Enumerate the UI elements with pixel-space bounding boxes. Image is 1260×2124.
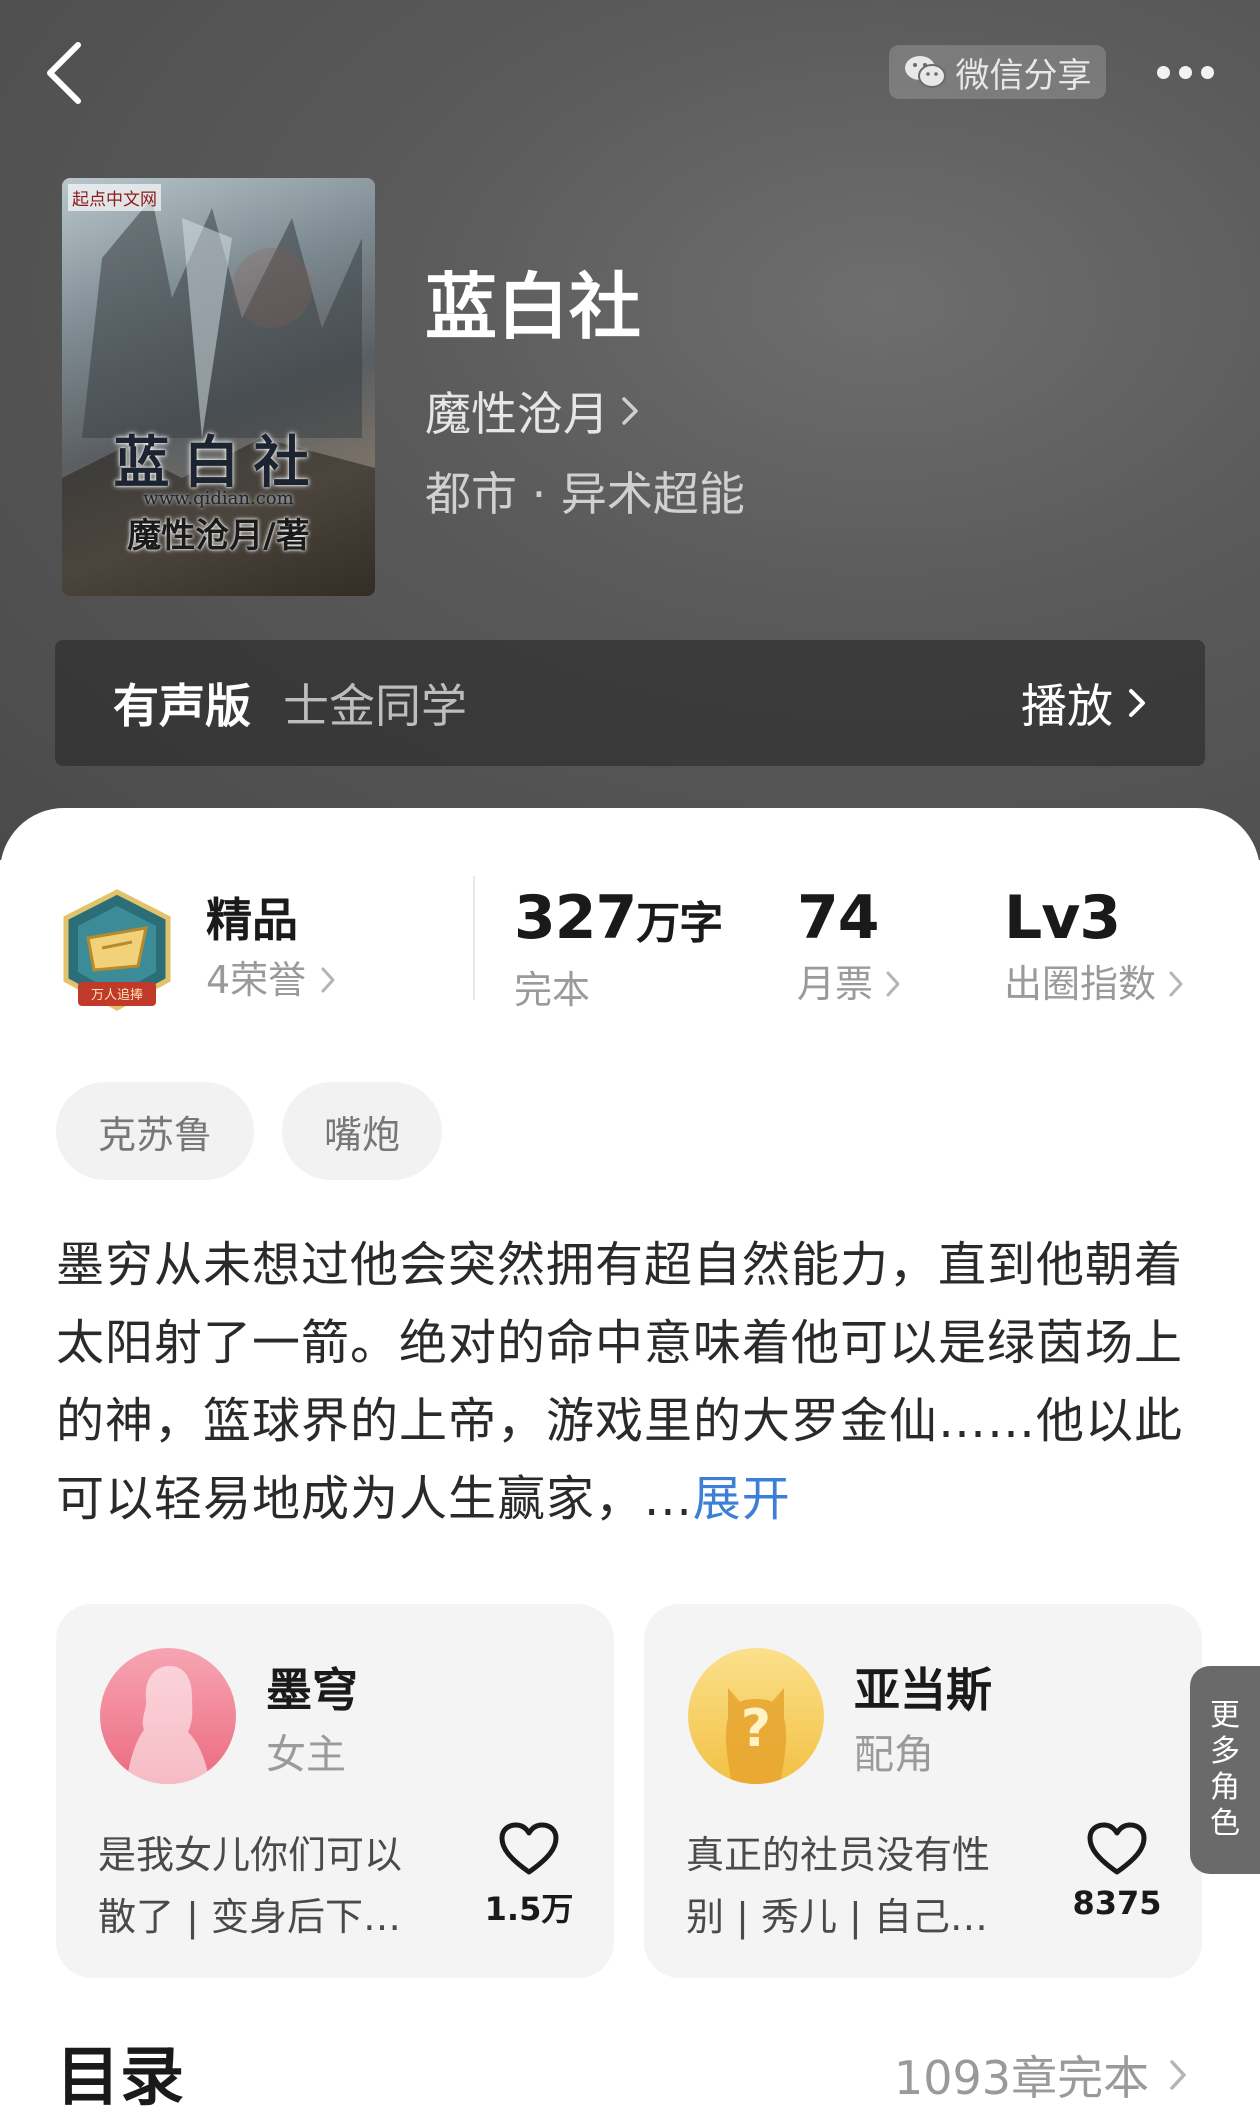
expand-link[interactable]: 展开 <box>693 1471 791 1527</box>
synopsis-text: 墨穷从未想过他会突然拥有超自然能力，直到他朝着太阳射了一箭。绝对的命中意味着他可… <box>56 1237 1184 1527</box>
role-type: 女主 <box>266 1732 346 1778</box>
cover-title: 蓝白社 <box>113 430 324 496</box>
more-dot-icon <box>1200 65 1214 79</box>
role-card[interactable]: 墨穹 女主 是我女儿你们可以散了 | 变身后下… 1.5万 <box>56 1604 614 1978</box>
female-silhouette-icon <box>100 1648 236 1784</box>
honor-link[interactable]: 4荣誉 <box>206 949 336 1011</box>
heart-icon <box>499 1822 559 1875</box>
play-label: 播放 <box>1021 679 1113 733</box>
cover-author: 魔性沧月/著 <box>127 516 310 556</box>
back-button[interactable] <box>34 40 94 106</box>
role-type: 配角 <box>854 1732 934 1778</box>
role-description: 是我女儿你们可以散了 | 变身后下… <box>98 1833 403 1939</box>
role-like-button[interactable]: 8375 <box>1062 1822 1172 1922</box>
synopsis[interactable]: 墨穷从未想过他会突然拥有超自然能力，直到他朝着太阳射了一箭。绝对的命中意味着他可… <box>56 1226 1186 1538</box>
stats-divider <box>473 876 475 1000</box>
book-header: 微信分享 起点中文网 蓝白社 www.qidian.com 魔性沧月/著 蓝白社… <box>0 0 1260 860</box>
more-roles-char: 更 <box>1210 1698 1240 1733</box>
role-list: 墨穹 女主 是我女儿你们可以散了 | 变身后下… 1.5万 ? 亚当斯 配角 真… <box>56 1604 1202 1978</box>
honor-title: 精品 <box>206 893 298 947</box>
audiobook-label: 有声版 <box>113 679 251 733</box>
tag-chip[interactable]: 克苏鲁 <box>56 1082 255 1180</box>
monthly-votes-value: 74 <box>797 883 880 953</box>
tag-chip[interactable]: 嘴炮 <box>282 1082 443 1180</box>
honor-count: 4荣誉 <box>206 958 307 1002</box>
book-title: 蓝白社 <box>425 264 642 349</box>
popularity-index-label: 出圈指数 <box>1004 962 1157 1006</box>
role-description: 真正的社员没有性别 | 秀儿 | 自己… <box>686 1833 991 1939</box>
cover-url: www.qidian.com <box>143 488 294 509</box>
more-roles-char: 多 <box>1210 1734 1240 1769</box>
role-card[interactable]: ? 亚当斯 配角 真正的社员没有性别 | 秀儿 | 自己… 8375 <box>644 1604 1202 1978</box>
author-name: 魔性沧月 <box>425 387 609 441</box>
audiobook-play-button[interactable]: 播放 <box>1021 670 1147 736</box>
role-like-count: 1.5万 <box>484 1890 574 1928</box>
word-count-unit: 万字 <box>636 898 723 949</box>
toc-title: 目录 <box>56 2041 184 2115</box>
audiobook-bar[interactable]: 有声版 士金同学 播放 <box>55 640 1205 766</box>
tag-list: 克苏鲁 嘴炮 <box>56 1082 443 1180</box>
chevron-right-icon <box>1170 2060 1186 2090</box>
audiobook-narrator: 士金同学 <box>283 679 467 733</box>
more-dot-icon <box>1156 65 1170 79</box>
badge-text: 万人追捧 <box>91 987 143 1003</box>
chevron-right-icon <box>622 397 638 425</box>
chevron-left-icon <box>47 42 81 104</box>
more-roles-char: 角 <box>1210 1770 1240 1805</box>
author-link[interactable]: 魔性沧月 <box>425 378 639 444</box>
share-label: 微信分享 <box>955 55 1092 96</box>
role-name: 墨穹 <box>266 1663 358 1717</box>
chevron-right-icon <box>1169 971 1183 997</box>
more-roles-char: 色 <box>1210 1806 1240 1841</box>
more-options-button[interactable] <box>1140 50 1230 94</box>
honor-section[interactable]: 万人追捧 精品 4荣誉 <box>58 888 336 1014</box>
unknown-character-icon: ? <box>688 1648 824 1784</box>
monthly-votes-label: 月票 <box>797 962 874 1006</box>
popularity-index-stat[interactable]: Lv3 出圈指数 <box>1004 880 1184 1012</box>
role-avatar <box>100 1648 236 1784</box>
toc-link[interactable]: 1093章完本 <box>894 2042 1187 2108</box>
heart-icon <box>1087 1822 1147 1875</box>
book-cover[interactable]: 起点中文网 蓝白社 www.qidian.com 魔性沧月/著 <box>62 178 375 596</box>
role-avatar: ? <box>688 1648 824 1784</box>
honor-badge-icon: 万人追捧 <box>63 889 171 1011</box>
chevron-right-icon <box>321 967 335 993</box>
toc-chapter-count: 1093章完本 <box>894 2051 1150 2105</box>
word-count-stat: 327万字 完本 <box>514 880 723 1018</box>
word-count-value: 327 <box>514 883 637 953</box>
monthly-votes-stat[interactable]: 74 月票 <box>797 880 901 1012</box>
chevron-right-icon <box>886 971 900 997</box>
popularity-index-value: Lv3 <box>1004 883 1121 953</box>
role-like-count: 8375 <box>1072 1884 1162 1922</box>
wechat-icon <box>904 56 946 88</box>
more-dot-icon <box>1178 65 1192 79</box>
book-category[interactable]: 都市 · 异术超能 <box>425 458 745 524</box>
wechat-share-button[interactable]: 微信分享 <box>889 45 1106 99</box>
more-roles-button[interactable]: 更 多 角 色 <box>1190 1666 1260 1874</box>
svg-text:?: ? <box>741 1699 771 1759</box>
role-name: 亚当斯 <box>854 1663 992 1717</box>
cover-publisher: 起点中文网 <box>68 184 161 211</box>
chevron-right-icon <box>1129 689 1145 717</box>
book-detail-card: 万人追捧 精品 4荣誉 327万字 完本 74 月票 Lv3 出圈指数 克苏鲁 … <box>0 808 1260 2124</box>
word-count-label: 完本 <box>514 968 591 1012</box>
role-like-button[interactable]: 1.5万 <box>474 1822 584 1930</box>
